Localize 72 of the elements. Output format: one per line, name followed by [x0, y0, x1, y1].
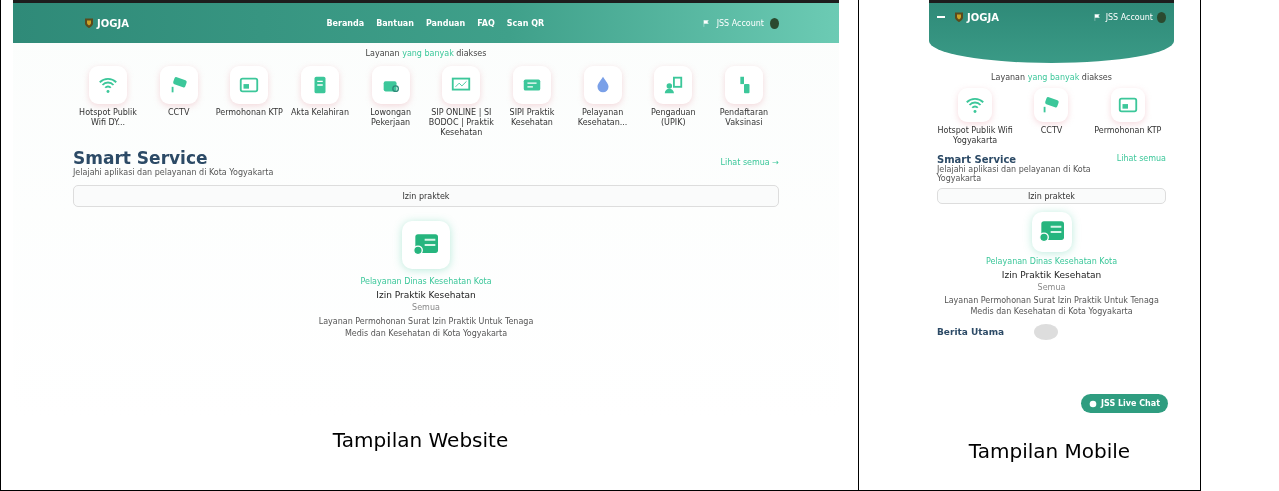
photo-placeholder	[1034, 323, 1059, 340]
service-item[interactable]: SIP ONLINE | SI BODOC | Praktik Kesehatan	[426, 66, 497, 138]
service-label: Pelayanan Kesehatan...	[576, 108, 629, 128]
service-label: SIP ONLINE | SI BODOC | Praktik Kesehatan	[427, 108, 495, 138]
service-label: CCTV	[167, 108, 190, 118]
service-tile[interactable]	[958, 88, 993, 122]
service-item[interactable]: Hotspot Publik Wifi DY...	[73, 66, 143, 138]
service-label: Permohonan KTP	[215, 108, 283, 118]
account-name[interactable]: JSS Account	[1105, 12, 1153, 22]
emblem-icon	[953, 11, 965, 23]
service-title: Izin Praktik Kesehatan	[376, 290, 476, 300]
service-description: Layanan Permohonan Surat Izin Praktik Untuk Tenaga Medis dan Kesehatan di Kota Yogyakarta	[317, 316, 535, 340]
service-label: CCTV	[1040, 126, 1063, 136]
service-item[interactable]: Permohonan KTP	[1089, 88, 1166, 146]
person-icon	[662, 74, 685, 96]
service-tile[interactable]	[402, 221, 450, 269]
service-item[interactable]: CCTV	[143, 66, 214, 138]
service-description: Layanan Permohonan Surat Izin Praktik Untuk Tenaga Medis dan Kesehatan di Kota Yogyakarta	[943, 296, 1160, 318]
service-tile[interactable]	[654, 66, 693, 104]
service-tile[interactable]	[230, 66, 269, 104]
service-item[interactable]: SIPI Praktik Kesehatan	[496, 66, 567, 138]
section-subtitle: Jelajahi aplikasi dan pelayanan di Kota Yogyakarta	[73, 168, 274, 177]
figure-caption: Tampilan Website	[332, 428, 509, 452]
service-title: Izin Praktik Kesehatan	[1001, 270, 1102, 280]
service-label: Pendaftaran Vaksinasi	[718, 108, 770, 128]
service-tile[interactable]	[159, 66, 198, 104]
service-label: Hotspot Publik Wifi Yogyakarta	[937, 126, 1014, 146]
section-title: Smart Service	[937, 154, 1018, 165]
avatar[interactable]	[1157, 11, 1166, 23]
section-title: Berita Utama	[937, 326, 1005, 337]
section-title: Smart Service	[73, 148, 209, 168]
service-item[interactable]: Permohonan KTP	[214, 66, 285, 138]
service-label: Hotspot Publik Wifi DY...	[78, 108, 138, 128]
service-label: Akta Kelahiran	[290, 108, 350, 118]
service-meta: Semua	[412, 303, 440, 312]
service-tile[interactable]	[371, 66, 410, 104]
service-item[interactable]: Pendaftaran Vaksinasi	[708, 66, 779, 138]
service-label: SIPI Praktik Kesehatan	[508, 108, 556, 128]
service-tile[interactable]	[442, 66, 481, 104]
search-field[interactable]: Izin praktek	[73, 185, 779, 207]
service-item[interactable]: Pelayanan Kesehatan...	[567, 66, 638, 138]
service-label: Pengaduan (UPIK)	[649, 108, 697, 128]
flag-icon	[701, 18, 711, 28]
service-item[interactable]: CCTV	[1013, 88, 1090, 146]
avatar[interactable]	[770, 17, 779, 29]
category-label: Pelayanan Dinas Kesehatan Kota	[360, 277, 492, 286]
logo-text[interactable]: JOGJA	[97, 17, 129, 29]
service-tile[interactable]	[1034, 88, 1069, 122]
service-tile[interactable]	[1031, 212, 1072, 252]
service-meta: Semua	[1037, 283, 1066, 292]
logo-text[interactable]: JOGJA	[967, 11, 999, 23]
service-item[interactable]: Hotspot Publik Wifi Yogyakarta	[937, 88, 1014, 146]
service-tile[interactable]	[89, 66, 127, 104]
service-tile[interactable]	[1110, 88, 1145, 122]
section-subtitle: Jelajahi aplikasi dan pelayanan di Kota Yogyakarta	[937, 165, 1092, 183]
chat-icon	[1089, 399, 1097, 408]
section-heading: Layanan yang banyak diakses	[365, 49, 487, 58]
service-label: Permohonan KTP	[1094, 126, 1162, 136]
service-tile[interactable]	[512, 66, 551, 104]
service-item[interactable]: Lowongan Pekerjaan	[355, 66, 426, 138]
service-tile[interactable]	[300, 66, 339, 104]
figure-caption: Tampilan Mobile	[968, 439, 1131, 463]
emblem-icon	[83, 17, 95, 29]
service-tile[interactable]	[724, 66, 763, 104]
service-item[interactable]: Akta Kelahiran	[284, 66, 355, 138]
service-item[interactable]: Pengaduan (UPIK)	[638, 66, 709, 138]
section-heading: Layanan yang banyak diakses	[991, 73, 1112, 82]
service-label: Lowongan Pekerjaan	[369, 108, 412, 128]
search-field[interactable]: Izin praktek	[937, 188, 1166, 204]
category-label: Pelayanan Dinas Kesehatan Kota	[985, 257, 1118, 266]
service-tile[interactable]	[583, 66, 622, 104]
flag-icon	[1092, 12, 1102, 22]
